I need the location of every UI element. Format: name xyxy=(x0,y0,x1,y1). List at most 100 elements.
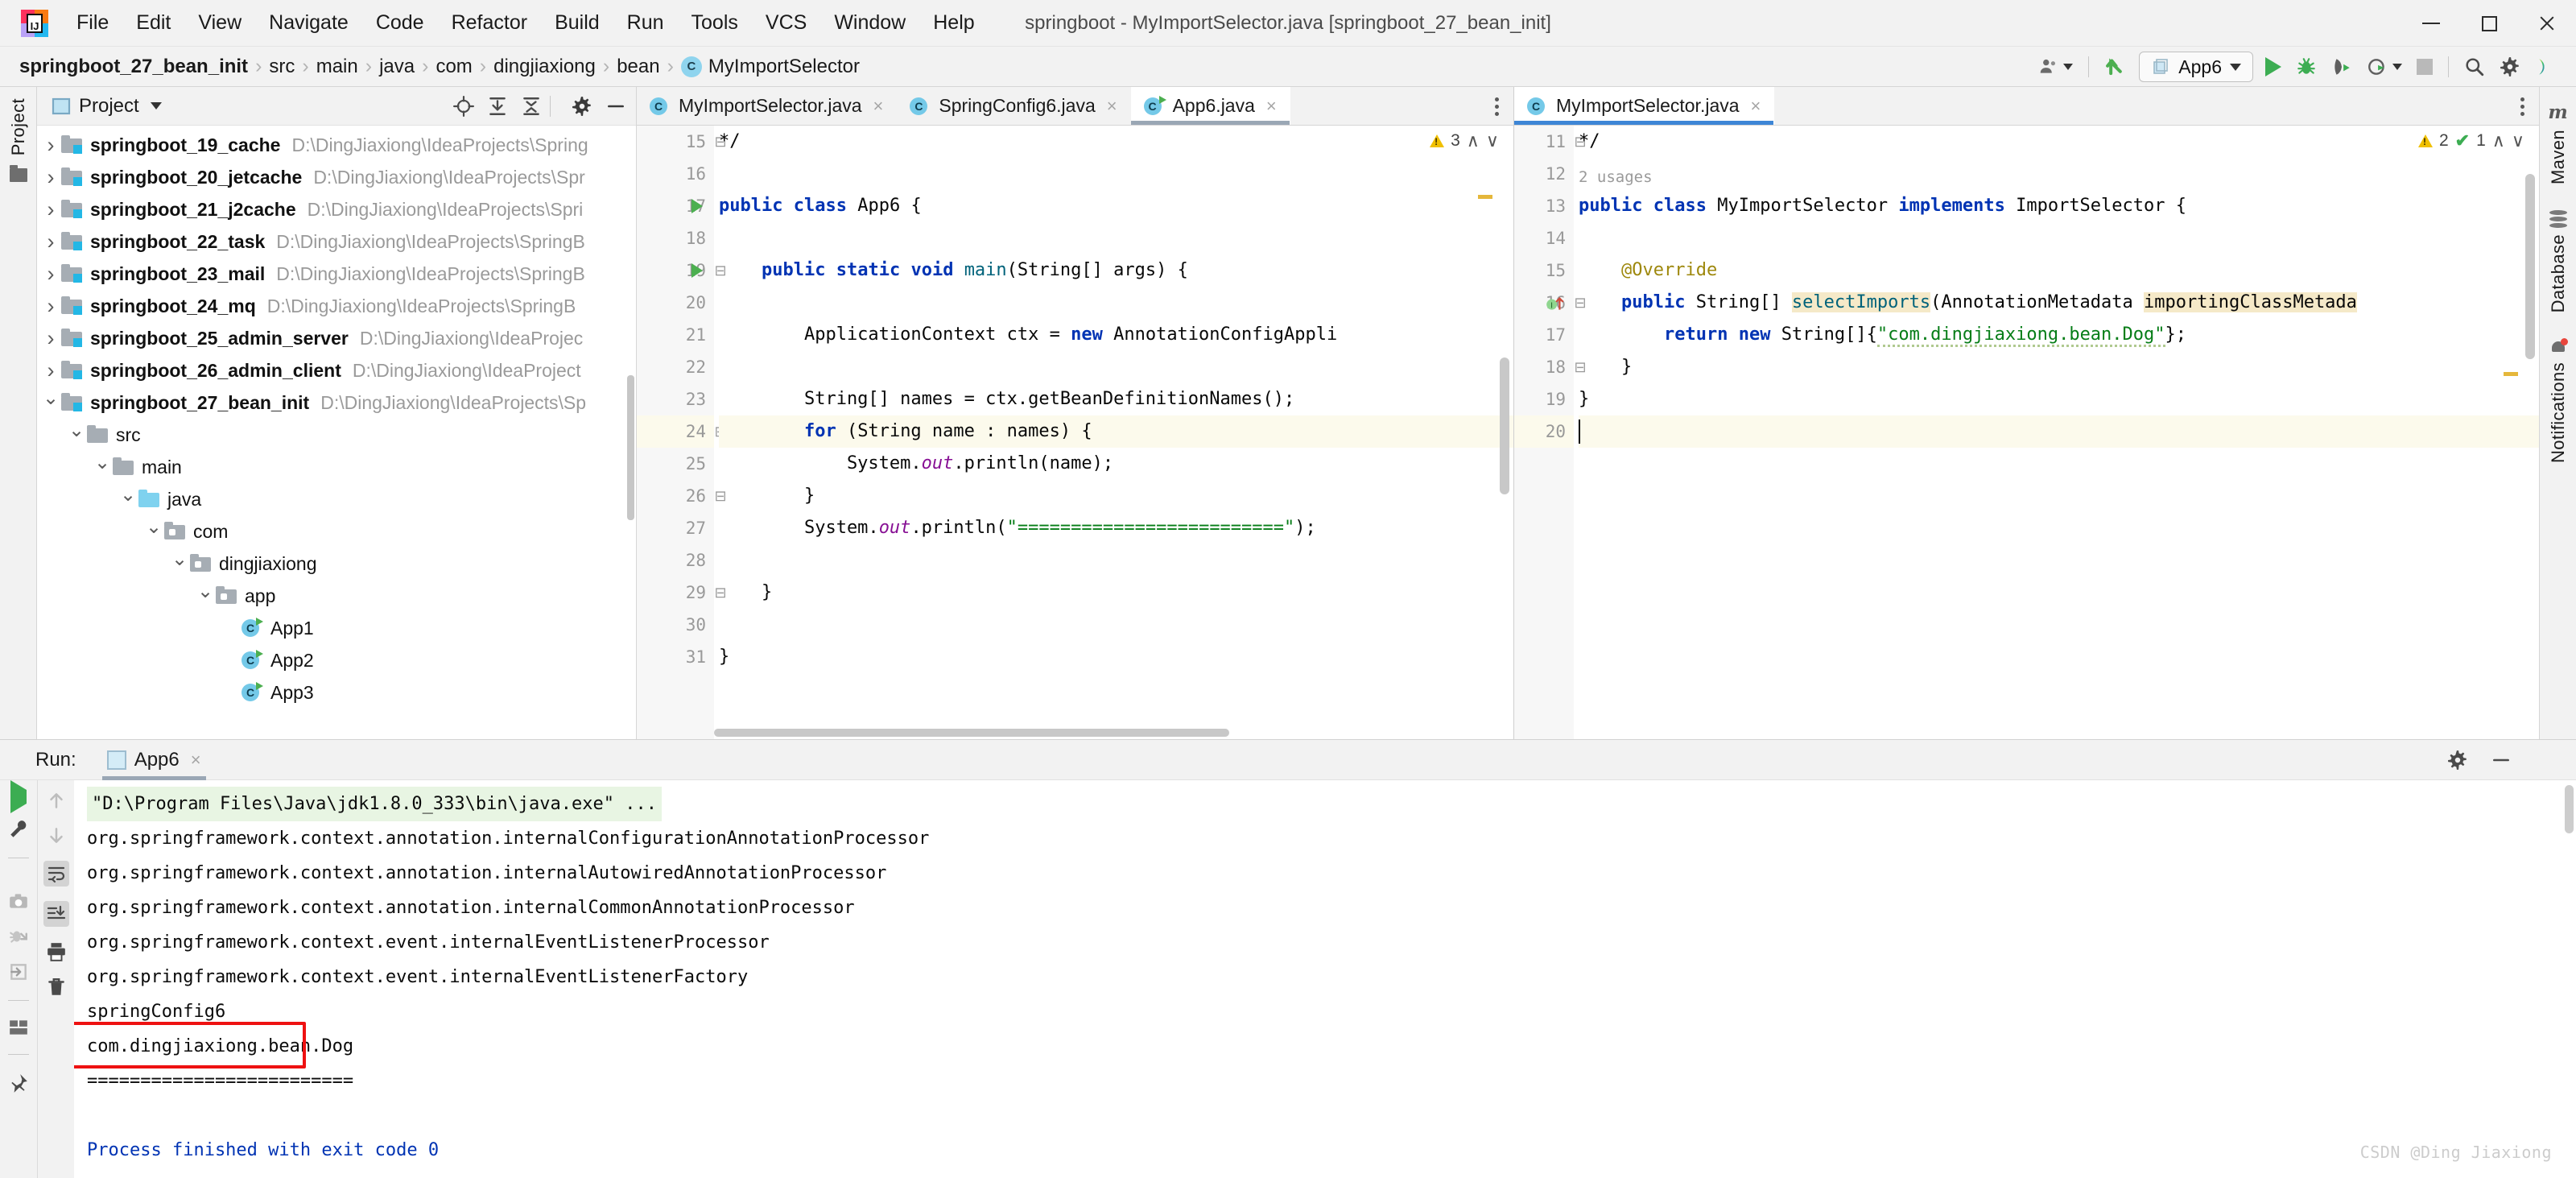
hide-panel-icon[interactable] xyxy=(605,96,626,117)
code-text-right[interactable]: */ 2 usages public class MyImportSelector… xyxy=(1574,126,2539,739)
expand-chevron-icon[interactable] xyxy=(40,328,61,349)
code-line[interactable] xyxy=(719,287,1513,319)
editor-scrollbar-horizontal-right[interactable] xyxy=(1591,726,2521,739)
chevron-down-icon[interactable] xyxy=(150,102,162,110)
close-icon[interactable]: × xyxy=(1107,96,1117,117)
clear-all-icon[interactable] xyxy=(46,977,67,998)
menu-tools[interactable]: Tools xyxy=(678,8,752,38)
locate-icon[interactable] xyxy=(453,95,474,117)
update-project-icon[interactable] xyxy=(2097,51,2134,83)
tree-item-springboot-26-admin-client[interactable]: springboot_26_admin_client D:\DingJiaxion… xyxy=(37,354,636,386)
menu-navigate[interactable]: Navigate xyxy=(255,8,362,38)
close-icon[interactable]: × xyxy=(1751,96,1761,117)
tab-springconfig6-java[interactable]: C SpringConfig6.java × xyxy=(897,87,1130,125)
next-problem-icon[interactable]: ∨ xyxy=(1486,130,1499,151)
tree-item-app1[interactable]: C App1 xyxy=(37,612,636,644)
hide-panel-icon[interactable] xyxy=(2491,750,2512,771)
menu-vcs[interactable]: VCS xyxy=(752,8,820,38)
tree-item-springboot-20-jetcache[interactable]: springboot_20_jetcache D:\DingJiaxiong\Id… xyxy=(37,161,636,193)
close-button[interactable] xyxy=(2518,0,2576,47)
close-icon[interactable]: × xyxy=(191,750,201,771)
menu-file[interactable]: File xyxy=(63,8,122,38)
project-tree[interactable]: springboot_19_cache D:\DingJiaxiong\IdeaP… xyxy=(37,126,636,739)
code-line[interactable]: @Override xyxy=(1579,254,2539,287)
gear-icon[interactable] xyxy=(572,96,592,117)
tree-item-java[interactable]: java xyxy=(37,483,636,515)
tree-item-dingjiaxiong[interactable]: dingjiaxiong xyxy=(37,548,636,580)
close-icon[interactable]: × xyxy=(873,96,884,117)
menu-code[interactable]: Code xyxy=(362,8,438,38)
collapse-chevron-icon[interactable] xyxy=(118,490,138,509)
code-line[interactable]: for (String name : names) { xyxy=(719,415,1513,448)
tree-item-springboot-23-mail[interactable]: springboot_23_mail D:\DingJiaxiong\IdeaPr… xyxy=(37,258,636,290)
expand-chevron-icon[interactable] xyxy=(40,296,61,317)
breadcrumb-class[interactable]: C MyImportSelector xyxy=(680,56,860,78)
tab-myimportselector-java[interactable]: C MyImportSelector.java × xyxy=(637,87,897,125)
code-line[interactable]: public class MyImportSelector implements… xyxy=(1579,190,2539,222)
breadcrumb-main[interactable]: main xyxy=(316,56,358,78)
code-line[interactable]: public String[] selectImports(Annotation… xyxy=(1579,287,2539,319)
code-line[interactable] xyxy=(719,609,1513,641)
collapse-chevron-icon[interactable] xyxy=(143,522,164,541)
code-line[interactable]: } xyxy=(1579,383,2539,415)
minimize-button[interactable] xyxy=(2402,0,2460,47)
breadcrumb-project[interactable]: springboot_27_bean_init xyxy=(19,56,248,78)
screenshot-icon[interactable] xyxy=(8,891,29,911)
tree-item-com[interactable]: com xyxy=(37,515,636,548)
editor-scrollbar-horizontal-left[interactable] xyxy=(714,726,1496,739)
tool-window-button-database[interactable]: Database xyxy=(2548,210,2569,312)
code-line[interactable] xyxy=(719,351,1513,383)
collapse-chevron-icon[interactable] xyxy=(169,554,190,573)
run-line-marker-icon[interactable] xyxy=(683,254,711,287)
inspection-widget-right[interactable]: 2 ✔ 1 ∧ ∨ xyxy=(2417,130,2524,151)
code-line[interactable]: } xyxy=(719,577,1513,609)
previous-problem-icon[interactable]: ∧ xyxy=(1467,130,1480,151)
tool-window-button-notifications[interactable]: Notifications xyxy=(2548,338,2569,463)
expand-chevron-icon[interactable] xyxy=(40,199,61,221)
menu-run[interactable]: Run xyxy=(613,8,678,38)
usages-inlay-hint[interactable]: 2 usages xyxy=(1579,163,1653,192)
run-line-marker-icon[interactable] xyxy=(683,190,711,222)
breadcrumb-dingjiaxiong[interactable]: dingjiaxiong xyxy=(493,56,596,78)
tree-item-src[interactable]: src xyxy=(37,419,636,451)
collapse-all-icon[interactable] xyxy=(521,96,542,117)
tree-item-springboot-27-bean-init[interactable]: springboot_27_bean_init D:\DingJiaxiong\I… xyxy=(37,386,636,419)
console-scrollbar[interactable] xyxy=(2565,785,2574,833)
expand-chevron-icon[interactable] xyxy=(40,360,61,382)
implements-method-marker-icon[interactable]: I xyxy=(1542,287,1569,319)
inspection-widget-left[interactable]: 3 ∧ ∨ xyxy=(1430,130,1499,151)
profiler-button[interactable] xyxy=(2359,51,2409,83)
tree-item-springboot-24-mq[interactable]: springboot_24_mq D:\DingJiaxiong\IdeaProj… xyxy=(37,290,636,322)
breadcrumb-java[interactable]: java xyxy=(379,56,415,78)
menu-view[interactable]: View xyxy=(184,8,255,38)
code-line[interactable]: ApplicationContext ctx = new AnnotationC… xyxy=(719,319,1513,351)
tree-item-main[interactable]: main xyxy=(37,451,636,483)
run-console-output[interactable]: CSDN @Ding Jiaxiong "D:\Program Files\Ja… xyxy=(74,780,2576,1178)
collapse-chevron-icon[interactable] xyxy=(92,457,113,477)
tree-item-springboot-22-task[interactable]: springboot_22_task D:\DingJiaxiong\IdeaPr… xyxy=(37,225,636,258)
code-text-left[interactable]: */ public class App6 { public static voi… xyxy=(714,126,1513,739)
menu-refactor[interactable]: Refactor xyxy=(438,8,541,38)
expand-all-icon[interactable] xyxy=(487,96,508,117)
tool-window-button-project[interactable]: Project xyxy=(8,98,29,155)
code-line[interactable]: System.out.println(name); xyxy=(719,448,1513,480)
code-line[interactable] xyxy=(1579,158,2539,190)
next-problem-icon[interactable]: ∨ xyxy=(2512,130,2524,151)
collapse-chevron-icon[interactable] xyxy=(40,393,61,412)
tree-item-springboot-19-cache[interactable]: springboot_19_cache D:\DingJiaxiong\IdeaP… xyxy=(37,129,636,161)
tree-item-app[interactable]: app xyxy=(37,580,636,612)
code-line[interactable] xyxy=(719,544,1513,577)
editor-scrollbar-vertical-right[interactable] xyxy=(2521,126,2539,739)
breadcrumb-com[interactable]: com xyxy=(436,56,472,78)
tree-item-springboot-25-admin-server[interactable]: springboot_25_admin_server D:\DingJiaxion… xyxy=(37,322,636,354)
expand-chevron-icon[interactable] xyxy=(40,167,61,188)
search-everywhere-button[interactable] xyxy=(2457,51,2492,83)
rerun-icon[interactable] xyxy=(10,780,27,813)
run-tab-app6[interactable]: App6 × xyxy=(97,740,211,780)
code-line[interactable]: */ xyxy=(719,126,1513,158)
tab-myimportselector-java-right[interactable]: C MyImportSelector.java × xyxy=(1514,87,1775,125)
line-number-gutter-left[interactable]: 15⊟16171819⊟2021222324⊟2526⊟272829⊟3031 xyxy=(637,126,727,739)
tree-item-springboot-21-j2cache[interactable]: springboot_21_j2cache D:\DingJiaxiong\Ide… xyxy=(37,193,636,225)
tool-window-button-maven[interactable]: m Maven xyxy=(2548,101,2569,184)
run-button[interactable] xyxy=(2258,51,2289,83)
